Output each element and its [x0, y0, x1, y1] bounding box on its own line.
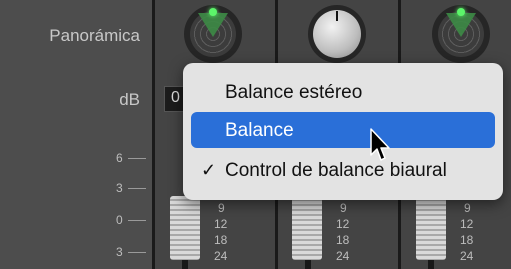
balance-knob-indicator — [336, 11, 338, 21]
channel-scale-label: 24 — [336, 249, 350, 263]
scale-label-0: 0 — [116, 213, 123, 227]
channel-scale-label: 9 — [464, 201, 471, 215]
channel-scale-label: 12 — [336, 217, 350, 231]
panner-position-dot — [457, 8, 465, 16]
binaural-panner-knob-1[interactable] — [184, 5, 242, 63]
volume-fader-2[interactable] — [292, 196, 322, 260]
scale-tick — [128, 220, 146, 221]
volume-fader-1[interactable] — [170, 196, 200, 260]
channel-scale-label: 9 — [218, 201, 225, 215]
menu-item-label: Balance — [225, 120, 294, 141]
binaural-panner-knob-3[interactable] — [432, 5, 490, 63]
channel-divider — [152, 0, 155, 269]
pan-row-label: Panorámica — [49, 26, 140, 45]
channel-scale-label: 24 — [460, 249, 474, 263]
channel-scale-label: 24 — [214, 249, 228, 263]
pan-mode-popup-menu: Balance estéreo Balance ✓ Control de bal… — [183, 63, 503, 200]
channel-scale-label: 18 — [214, 233, 228, 247]
channel-scale-label: 12 — [460, 217, 474, 231]
menu-item-binaural-balance-control[interactable]: ✓ Control de balance biaural — [191, 152, 495, 188]
channel-labels-column: Panorámica dB 6 3 0 3 — [0, 0, 152, 269]
channel-scale-label: 12 — [214, 217, 228, 231]
checkmark-icon: ✓ — [201, 160, 217, 180]
scale-label-3-neg: 3 — [116, 245, 123, 259]
balance-knob-2[interactable] — [308, 5, 366, 63]
menu-item-stereo-balance[interactable]: Balance estéreo — [191, 74, 495, 110]
channel-scale-label: 9 — [340, 201, 347, 215]
volume-fader-3[interactable] — [416, 196, 446, 260]
scale-tick — [128, 188, 146, 189]
channel-scale-label: 18 — [460, 233, 474, 247]
channel-scale-label: 18 — [336, 233, 350, 247]
menu-item-balance[interactable]: Balance — [191, 112, 495, 148]
menu-item-label: Control de balance biaural — [225, 160, 447, 181]
mouse-pointer-icon — [370, 128, 390, 161]
scale-tick — [128, 158, 146, 159]
scale-label-3: 3 — [116, 181, 123, 195]
menu-item-label: Balance estéreo — [225, 82, 363, 103]
panner-position-dot — [209, 8, 217, 16]
scale-tick — [128, 252, 146, 253]
scale-label-6: 6 — [116, 151, 123, 165]
db-row-label: dB — [119, 90, 140, 109]
